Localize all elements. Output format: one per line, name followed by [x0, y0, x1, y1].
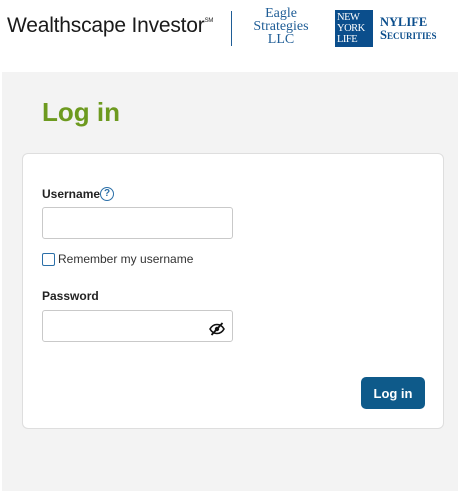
remember-username-label[interactable]: Remember my username — [58, 252, 193, 266]
eye-slash-icon[interactable] — [209, 321, 225, 337]
login-panel: Log in Username ? Remember my username P… — [2, 72, 458, 491]
wealthscape-logo[interactable]: Wealthscape InvestorSM — [7, 14, 213, 38]
page-title: Log in — [42, 97, 120, 127]
ny-sec-line-2: Securities — [380, 28, 437, 42]
site-header: Wealthscape InvestorSM Eagle Strategies … — [0, 0, 458, 64]
remember-username-row[interactable]: Remember my username — [42, 252, 193, 266]
password-label: Password — [42, 289, 99, 303]
logo-divider — [231, 11, 232, 46]
ny-box-line-2: YORK — [337, 23, 365, 34]
brand-name: Wealthscape Investor — [7, 14, 205, 37]
eagle-strategies-logo: Eagle Strategies LLC — [242, 7, 320, 47]
eagle-line-3: LLC — [267, 32, 295, 47]
service-mark: SM — [204, 18, 214, 24]
username-label: Username — [42, 187, 101, 201]
ny-box-line-1: NEW — [337, 12, 360, 23]
help-icon[interactable]: ? — [100, 187, 114, 201]
login-card: Username ? Remember my username Password… — [22, 153, 444, 429]
remember-username-checkbox[interactable] — [42, 252, 55, 266]
ny-box-line-3: LIFE — [337, 34, 358, 45]
nylife-securities-logo: NYLIFE Securities — [380, 16, 436, 42]
new-york-life-logo: NEW YORK LIFE — [335, 10, 373, 47]
username-input[interactable] — [42, 207, 233, 239]
login-button[interactable]: Log in — [361, 377, 425, 409]
password-input[interactable] — [42, 310, 233, 342]
